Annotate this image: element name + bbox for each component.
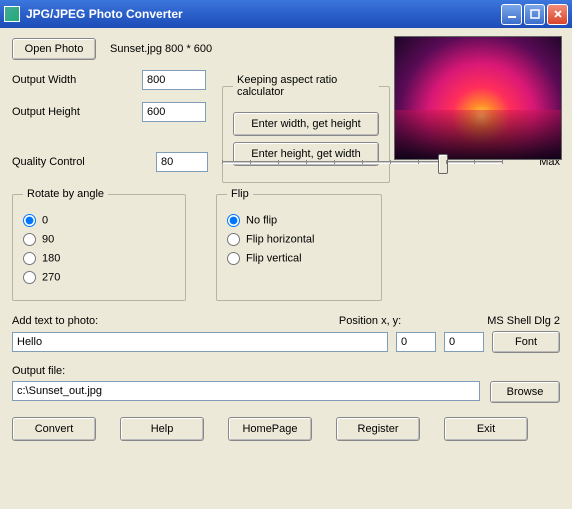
position-x-input[interactable] <box>396 332 436 352</box>
position-label: Position x, y: <box>339 315 401 327</box>
maximize-button[interactable] <box>524 4 545 25</box>
rotate-legend: Rotate by angle <box>23 188 108 200</box>
register-button[interactable]: Register <box>336 417 420 441</box>
flip-none[interactable]: No flip <box>227 214 371 227</box>
enter-width-button[interactable]: Enter width, get height <box>233 112 379 136</box>
close-button[interactable] <box>547 4 568 25</box>
rotate-0[interactable]: 0 <box>23 214 175 227</box>
quality-label: Quality Control <box>12 156 142 168</box>
browse-button[interactable]: Browse <box>490 381 560 403</box>
output-width-label: Output Width <box>12 74 142 86</box>
position-y-input[interactable] <box>444 332 484 352</box>
output-file-label: Output file: <box>12 365 65 377</box>
add-text-input[interactable] <box>12 332 388 352</box>
app-icon <box>4 6 20 22</box>
flip-horizontal[interactable]: Flip horizontal <box>227 233 371 246</box>
minimize-icon <box>507 9 517 19</box>
flip-legend: Flip <box>227 188 253 200</box>
convert-button[interactable]: Convert <box>12 417 96 441</box>
rotate-180[interactable]: 180 <box>23 252 175 265</box>
photo-preview <box>394 36 562 160</box>
close-icon <box>553 9 563 19</box>
help-button[interactable]: Help <box>120 417 204 441</box>
flip-vertical[interactable]: Flip vertical <box>227 252 371 265</box>
rotate-90[interactable]: 90 <box>23 233 175 246</box>
output-width-input[interactable] <box>142 70 206 90</box>
output-height-input[interactable] <box>142 102 206 122</box>
output-file-input[interactable] <box>12 381 480 401</box>
aspect-ratio-legend: Keeping aspect ratio calculator <box>233 74 379 98</box>
rotate-270[interactable]: 270 <box>23 271 175 284</box>
font-button[interactable]: Font <box>492 331 560 353</box>
window-title: JPG/JPEG Photo Converter <box>26 7 501 21</box>
minimize-button[interactable] <box>501 4 522 25</box>
homepage-button[interactable]: HomePage <box>228 417 312 441</box>
flip-group: Flip No flip Flip horizontal Flip vertic… <box>216 188 382 301</box>
titlebar: JPG/JPEG Photo Converter <box>0 0 572 28</box>
open-photo-button[interactable]: Open Photo <box>12 38 96 60</box>
quality-input[interactable] <box>156 152 208 172</box>
rotate-group: Rotate by angle 0 90 180 270 <box>12 188 186 301</box>
filename-info: Sunset.jpg 800 * 600 <box>110 43 212 55</box>
output-height-label: Output Height <box>12 106 142 118</box>
exit-button[interactable]: Exit <box>444 417 528 441</box>
maximize-icon <box>530 9 540 19</box>
add-text-label: Add text to photo: <box>12 315 98 327</box>
font-info: MS Shell Dlg 2 <box>487 315 560 327</box>
